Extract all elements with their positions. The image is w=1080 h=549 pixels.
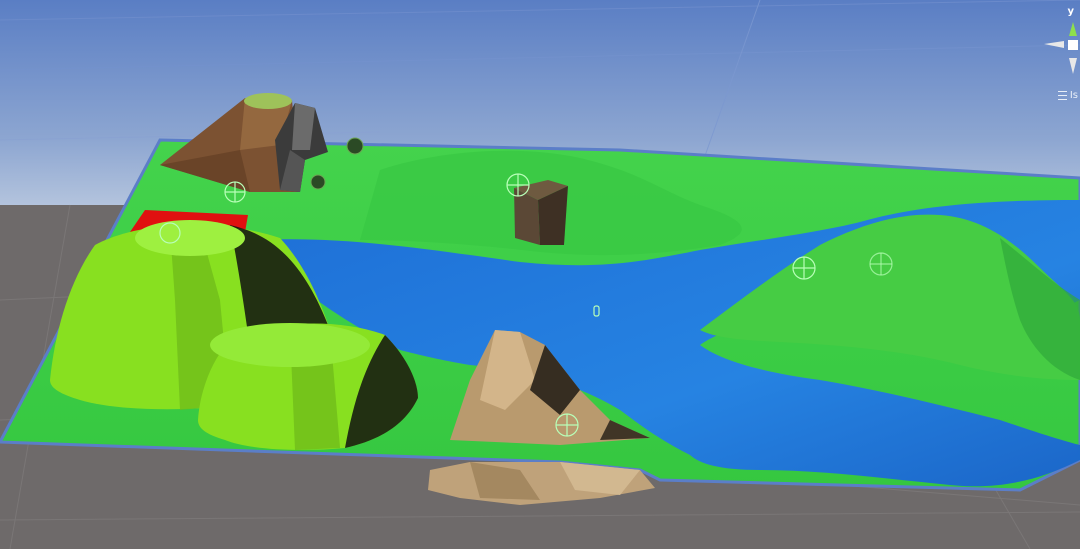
orientation-gizmo-icon[interactable]: [1040, 0, 1080, 80]
projection-toggle[interactable]: Is: [1057, 90, 1078, 101]
hill-small[interactable]: [198, 323, 418, 450]
axis-y-label: y: [1067, 6, 1074, 17]
menu-icon: [1057, 91, 1067, 100]
orientation-gizmo[interactable]: y: [1040, 0, 1080, 80]
scene-canvas[interactable]: [0, 0, 1080, 549]
shrub: [310, 174, 326, 190]
scene-viewport[interactable]: y Is: [0, 0, 1080, 549]
crate-cube[interactable]: [514, 180, 568, 245]
shrub: [346, 137, 364, 155]
projection-label: Is: [1069, 90, 1078, 101]
